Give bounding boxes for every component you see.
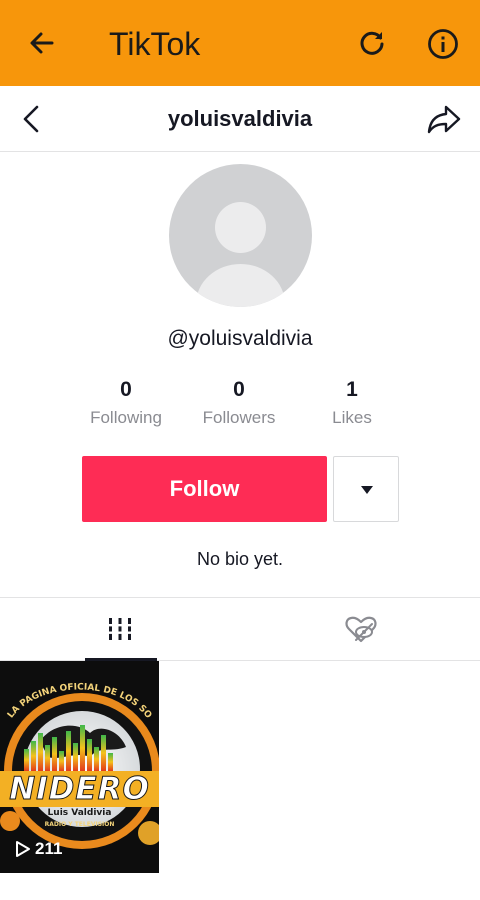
follow-button[interactable]: Follow — [82, 456, 327, 522]
app-bar: TikTok — [0, 0, 480, 86]
content-tabs — [0, 597, 480, 661]
refresh-icon[interactable] — [356, 27, 388, 59]
stat-followers-count: 0 — [233, 378, 245, 401]
svg-text:LA PAGINA OFICIAL DE LOS SONID: LA PAGINA OFICIAL DE LOS SONIDOS — [0, 661, 154, 721]
avatar-body-shape — [196, 264, 285, 307]
share-icon[interactable] — [426, 103, 462, 135]
tab-liked-videos[interactable] — [240, 598, 480, 660]
stat-likes-count: 1 — [346, 378, 358, 401]
play-icon — [16, 841, 30, 857]
stat-followers[interactable]: 0 Followers — [184, 378, 294, 429]
stat-likes: 1 Likes — [297, 378, 407, 429]
info-icon[interactable] — [426, 27, 460, 61]
grid-icon — [106, 618, 134, 640]
profile-bio: No bio yet. — [196, 549, 284, 569]
profile-header: yoluisvaldivia — [0, 86, 480, 152]
profile-username: yoluisvaldivia — [167, 106, 313, 131]
stat-followers-label: Followers — [202, 408, 276, 427]
stat-following-label: Following — [90, 408, 162, 427]
heart-hidden-icon — [345, 616, 377, 643]
avatar-head-shape — [215, 202, 266, 253]
thumbnail-subtitle-text: RADIO Y TELEVISION — [44, 821, 115, 828]
thumbnail-brand-text: NIDERO — [9, 771, 150, 808]
tab-videos[interactable] — [0, 598, 240, 661]
video-view-count: 211 — [15, 838, 62, 860]
thumbnail-name-text: Luis Valdivia — [47, 808, 112, 818]
view-count-text: 211 — [35, 839, 63, 858]
suggested-accounts-button[interactable] — [333, 456, 399, 522]
caret-down-icon — [361, 486, 373, 494]
stat-likes-label: Likes — [332, 408, 372, 427]
video-thumbnail[interactable]: LA PAGINA OFICIAL DE LOS SONIDOS NIDERO … — [0, 661, 159, 873]
avatar[interactable] — [169, 164, 312, 307]
app-title: TikTok — [109, 26, 201, 62]
back-arrow-icon[interactable] — [26, 27, 58, 59]
stat-following[interactable]: 0 Following — [71, 378, 181, 429]
thumbnail-caption-top: LA PAGINA OFICIAL DE LOS SONIDOS — [0, 661, 154, 721]
profile-handle: @yoluisvaldivia — [167, 327, 313, 350]
stat-following-count: 0 — [120, 378, 132, 401]
